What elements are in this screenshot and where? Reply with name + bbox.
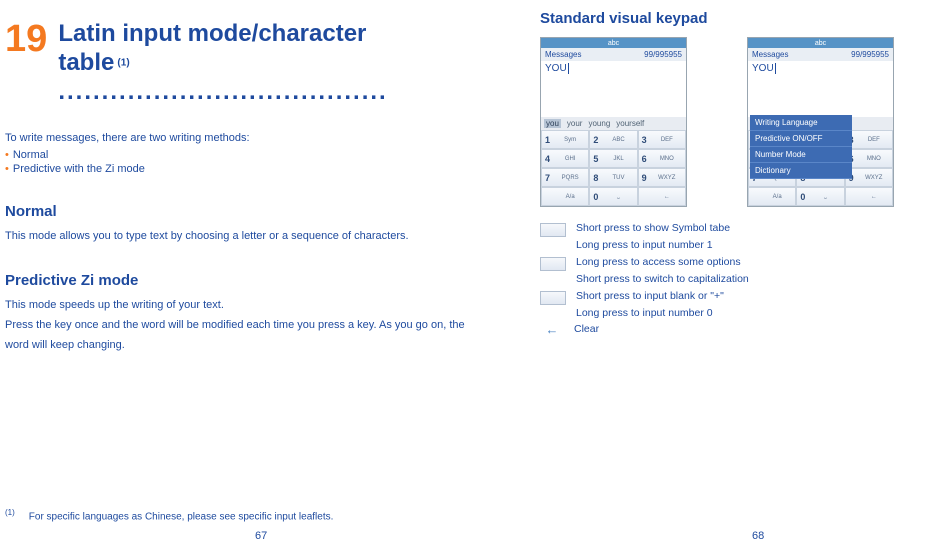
right-heading: Standard visual keypad [540, 10, 925, 27]
page-number-left: 67 [255, 530, 267, 542]
keypad-key: 6MNO [638, 149, 686, 168]
section-pred-text2: Press the key once and the word will be … [5, 316, 475, 356]
footnote-sup: (1) [5, 508, 15, 517]
title-bar-2: Messages 99/995955 [748, 48, 893, 61]
hint-3: Long press to access some options [576, 255, 741, 271]
chapter-title-dots: ...................................... [58, 78, 387, 105]
status-abc: abc [608, 40, 619, 47]
bullet-item-1: •Normal [5, 149, 475, 161]
section-pred-heading: Predictive Zi mode [5, 272, 475, 289]
screen-title: Messages [545, 50, 581, 59]
footnote-text: For specific languages as Chinese, pleas… [29, 511, 334, 522]
keypad-key: 0⎵ [589, 187, 637, 206]
bullet-label-1: Normal [13, 149, 48, 161]
char-counter: 99/995955 [644, 50, 682, 59]
options-menu: Writing Language Predictive ON/OFF Numbe… [750, 115, 852, 179]
keypad-screenshot-2: abc Messages 99/995955 YOU you your youn… [747, 37, 894, 207]
keypad-key: 5JKL [589, 149, 637, 168]
pred-1: you [544, 119, 561, 128]
menu-item-1: Writing Language [750, 115, 852, 131]
chapter-title-line1: Latin input mode/character [58, 20, 366, 47]
pred-2: your [567, 119, 583, 128]
keypad-key: A/a [541, 187, 589, 206]
hint-5: Short press to input blank or "+" [576, 289, 724, 305]
status-bar-2: abc [748, 38, 893, 48]
keypad-grid-1: 1Sym2ABC3DEF 4GHI5JKL6MNO 7PQRS8TUV9WXYZ A/… [541, 130, 686, 206]
page-number-right: 68 [752, 530, 764, 542]
char-counter-2: 99/995955 [851, 50, 889, 59]
section-normal-heading: Normal [5, 203, 475, 220]
menu-item-4: Dictionary [750, 163, 852, 179]
section-pred-text1: This mode speeds up the writing of your … [5, 297, 475, 314]
status-bar: abc [541, 38, 686, 48]
chapter-title-sup: (1) [117, 57, 129, 68]
hint-clear-icon: ← [540, 324, 564, 336]
keypad-key: 9WXYZ [638, 168, 686, 187]
intro-text: To write messages, there are two writing… [5, 130, 475, 147]
hint-key-1-icon [540, 223, 566, 237]
title-bar: Messages 99/995955 [541, 48, 686, 61]
hint-6: Long press to input number 0 [576, 306, 713, 322]
keypad-key: 2ABC [589, 130, 637, 149]
screen-title-2: Messages [752, 50, 788, 59]
keypad-screenshot-1: abc Messages 99/995955 YOU you your youn… [540, 37, 687, 207]
keypad-key: 0⎵ [796, 187, 844, 206]
status-abc-2: abc [815, 40, 826, 47]
hint-7: Clear [574, 322, 599, 338]
text-area-2: YOU [748, 61, 893, 117]
pred-4: yourself [616, 119, 644, 128]
keypad-key: A/a [748, 187, 796, 206]
text-area: YOU [541, 61, 686, 117]
keypad-key: ← [638, 187, 686, 206]
bullet-item-2: •Predictive with the Zi mode [5, 163, 475, 175]
hint-1: Short press to show Symbol tabe [576, 221, 730, 237]
keypad-key: 7PQRS [541, 168, 589, 187]
hint-key-0-icon [540, 291, 566, 305]
keypad-key: 8TUV [589, 168, 637, 187]
keypad-key: 1Sym [541, 130, 589, 149]
key-hints: Short press to show Symbol tabe Long pre… [540, 221, 925, 338]
section-normal-text: This mode allows you to type text by cho… [5, 228, 475, 245]
pred-3: young [588, 119, 610, 128]
keypad-key: 4GHI [541, 149, 589, 168]
chapter-number: 19 [5, 20, 47, 58]
menu-item-3: Number Mode [750, 147, 852, 163]
keypad-key: 3DEF [638, 130, 686, 149]
menu-item-2: Predictive ON/OFF [750, 131, 852, 147]
chapter-title-line2: table [58, 49, 114, 76]
prediction-bar: you your young yourself [541, 117, 686, 130]
keypad-key: ← [845, 187, 893, 206]
footnote: (1) For specific languages as Chinese, pl… [5, 508, 333, 522]
bullet-label-2: Predictive with the Zi mode [13, 163, 145, 175]
hint-key-caps-icon [540, 257, 566, 271]
hint-4: Short press to switch to capitalization [576, 272, 749, 288]
hint-2: Long press to input number 1 [576, 238, 713, 254]
